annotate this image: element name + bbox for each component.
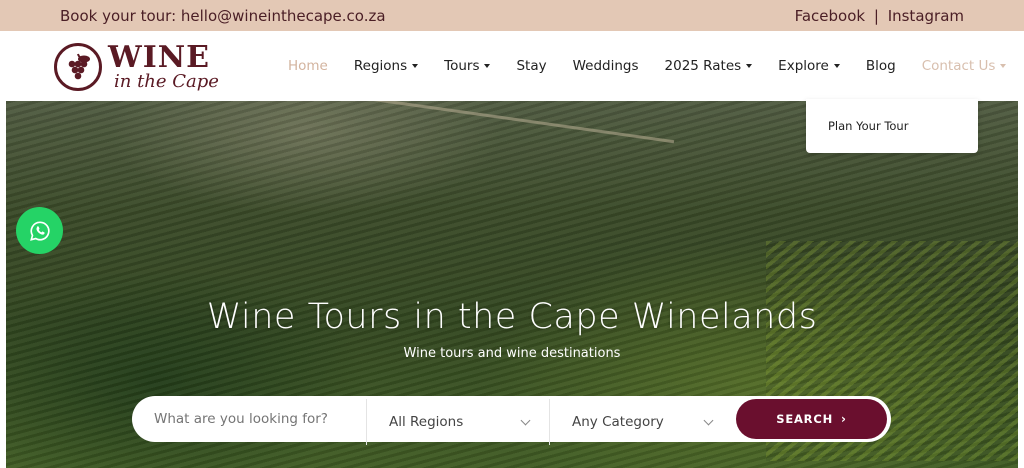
facebook-link[interactable]: Facebook (795, 7, 865, 25)
main-navbar: WINE in the Cape Home Regions Tours Stay… (0, 31, 1024, 101)
caret-down-icon (833, 64, 840, 68)
nav-blog[interactable]: Blog (866, 58, 896, 74)
caret-down-icon (484, 64, 491, 68)
primary-menu: Home Regions Tours Stay Weddings 2025 Ra… (288, 31, 1024, 101)
search-input[interactable] (132, 396, 366, 442)
caret-down-icon (1000, 64, 1007, 68)
booking-contact-text[interactable]: Book your tour: hello@wineinthecape.co.z… (60, 7, 386, 25)
nav-rates-label: 2025 Rates (664, 58, 742, 74)
social-separator: | (873, 6, 879, 25)
contact-dropdown-menu: Plan Your Tour (806, 99, 978, 153)
nav-regions-label: Regions (353, 58, 408, 74)
regions-select-value: All Regions (389, 414, 464, 430)
nav-rates[interactable]: 2025 Rates (665, 58, 753, 74)
category-select[interactable]: Any Category (549, 399, 732, 445)
chevron-down-icon (520, 415, 531, 425)
nav-weddings[interactable]: Weddings (573, 58, 639, 74)
nav-regions[interactable]: Regions (353, 58, 419, 74)
caret-down-icon (746, 64, 753, 68)
instagram-link[interactable]: Instagram (888, 7, 964, 25)
nav-contact[interactable]: Contact Us (922, 58, 1007, 74)
nav-tours[interactable]: Tours (444, 58, 491, 74)
chevron-down-icon (703, 415, 714, 425)
nav-contact-label: Contact Us (921, 58, 996, 74)
social-links: Facebook | Instagram (795, 7, 964, 25)
site-logo[interactable]: WINE in the Cape (54, 39, 224, 95)
search-button[interactable]: SEARCH › (736, 399, 887, 439)
logo-word: WINE (108, 40, 211, 75)
search-button-label: SEARCH (776, 412, 833, 426)
nav-stay[interactable]: Stay (516, 58, 546, 74)
nav-explore-label: Explore (778, 58, 829, 74)
nav-tours-label: Tours (444, 58, 480, 74)
logo-wordmark: WINE in the Cape (108, 43, 219, 91)
dropdown-item-plan-your-tour[interactable]: Plan Your Tour (828, 119, 908, 133)
nav-explore[interactable]: Explore (778, 58, 840, 74)
category-select-value: Any Category (572, 414, 664, 430)
hero-banner: Wine Tours in the Cape Winelands Wine to… (6, 101, 1018, 468)
nav-home[interactable]: Home (288, 58, 328, 74)
search-bar: All Regions Any Category SEARCH › (132, 396, 891, 445)
regions-select[interactable]: All Regions (366, 399, 549, 445)
top-bar: Book your tour: hello@wineinthecape.co.z… (0, 0, 1024, 31)
logo-script: in the Cape (114, 71, 219, 92)
whatsapp-button[interactable] (16, 207, 63, 254)
whatsapp-icon (29, 220, 50, 241)
caret-down-icon (412, 64, 419, 68)
hero-subtitle: Wine tours and wine destinations (403, 346, 621, 361)
grape-icon (54, 43, 102, 91)
chevron-right-icon: › (841, 412, 847, 426)
hero-title: Wine Tours in the Cape Winelands (206, 297, 818, 337)
